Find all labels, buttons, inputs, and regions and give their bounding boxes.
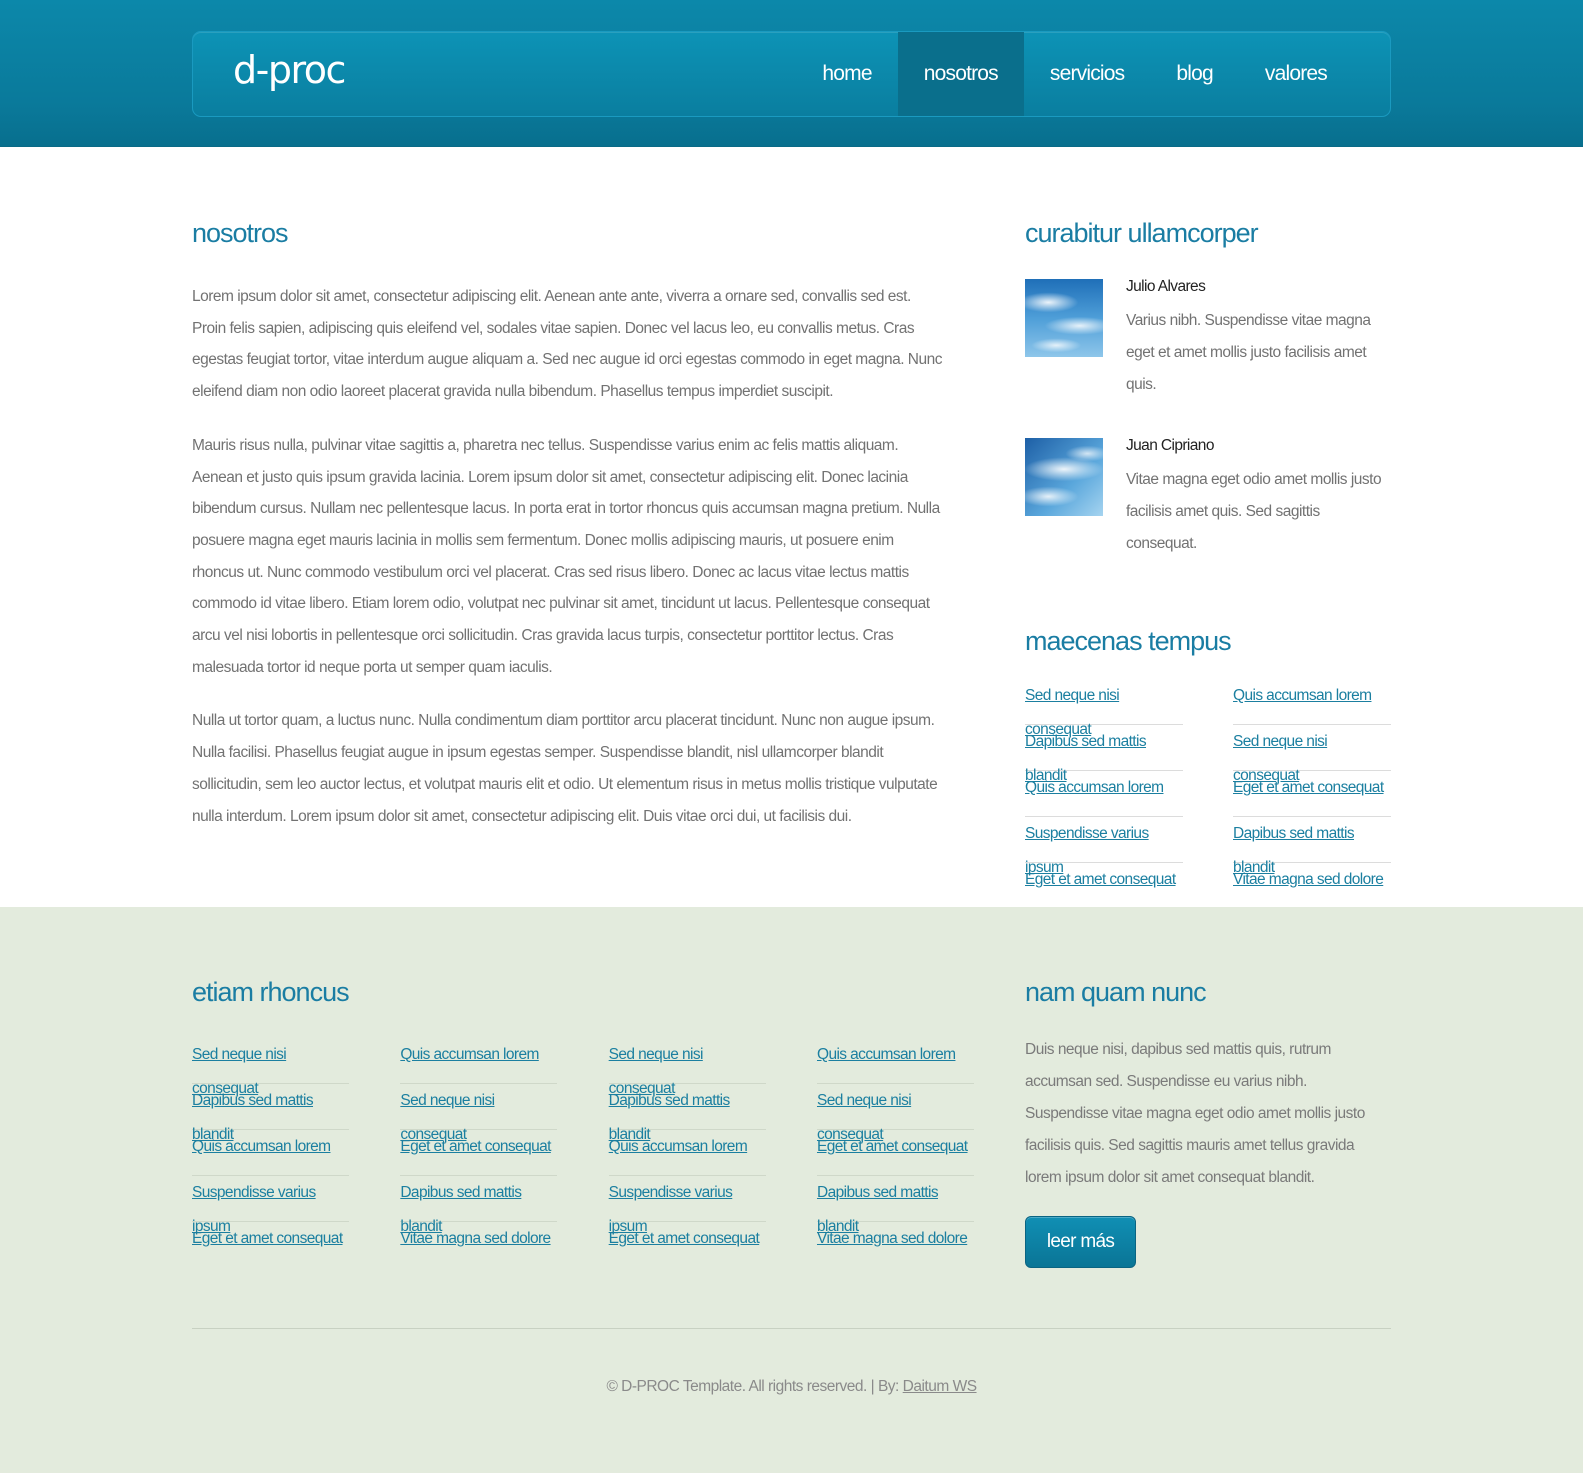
sky-thumbnail xyxy=(1025,279,1103,357)
footer-link[interactable]: Dapibus sed mattis blandit xyxy=(400,1176,558,1235)
menu-item-nosotros[interactable]: nosotros xyxy=(897,32,1024,116)
sidebar-link[interactable]: Quis accumsan lorem xyxy=(1025,771,1183,817)
footer-about: nam quam nunc Duis neque nisi, dapibus s… xyxy=(1025,977,1391,1268)
footer-link[interactable]: Eget et amet consequat xyxy=(192,1222,349,1268)
footer-link[interactable]: Sed neque nisi consequat xyxy=(192,1038,349,1097)
sidebar-link-list: Sed neque nisi consequat Dapibus sed mat… xyxy=(1025,679,1391,909)
site-logo[interactable]: d-proc xyxy=(233,48,346,92)
site-header: d-proc home nosotros servicios blog valo… xyxy=(0,0,1583,147)
sidebar-link[interactable]: Quis accumsan lorem xyxy=(1233,679,1391,725)
footer-link[interactable]: Eget et amet consequat xyxy=(400,1130,558,1176)
footer-divider xyxy=(192,1328,1391,1329)
link-column: Quis accumsan lorem Sed neque nisi conse… xyxy=(816,1038,974,1268)
body-paragraph: Nulla ut tortor quam, a luctus nunc. Nul… xyxy=(192,712,938,825)
testimonials-title: curabitur ullamcorper xyxy=(1025,218,1259,248)
testimonial-quote: Varius nibh. Suspendisse vitae magna ege… xyxy=(1126,312,1371,393)
sidebar: curabitur ullamcorper Julio Alvares Vari… xyxy=(1025,218,1391,909)
body-paragraph: Mauris risus nulla, pulvinar vitae sagit… xyxy=(192,436,940,676)
link-column: Quis accumsan lorem Sed neque nisi conse… xyxy=(400,1038,558,1268)
menu-item-blog[interactable]: blog xyxy=(1150,32,1239,116)
link-column: Quis accumsan lorem Sed neque nisi conse… xyxy=(1233,679,1391,909)
links-title: maecenas tempus xyxy=(1025,626,1232,656)
sidebar-link[interactable]: Dapibus sed mattis blandit xyxy=(1025,725,1183,784)
author-link[interactable]: Daitum WS xyxy=(903,1378,977,1395)
footer-link[interactable]: Eget et amet consequat xyxy=(816,1130,974,1176)
main-content: nosotros Lorem ipsum dolor sit amet, con… xyxy=(192,218,943,854)
body-paragraph: Lorem ipsum dolor sit amet, consectetur … xyxy=(192,288,943,401)
read-more-button[interactable]: leer más xyxy=(1025,1216,1136,1268)
footer-links-title: etiam rhoncus xyxy=(192,977,350,1007)
footer-link[interactable]: Eget et amet consequat xyxy=(609,1222,766,1268)
nav-bar: d-proc home nosotros servicios blog valo… xyxy=(192,31,1391,117)
copyright-text: © D-PROC Template. All rights reserved. … xyxy=(606,1378,903,1395)
testimonial-quote: Vitae magna eget odio amet mollis justo … xyxy=(1126,471,1382,552)
footer-link[interactable]: Dapibus sed mattis blandit xyxy=(816,1176,974,1235)
copyright: © D-PROC Template. All rights reserved. … xyxy=(0,1378,1583,1396)
footer-about-text: Duis neque nisi, dapibus sed mattis quis… xyxy=(1025,1041,1365,1186)
link-column: Sed neque nisi consequat Dapibus sed mat… xyxy=(192,1038,349,1268)
footer-link[interactable]: Vitae magna sed dolore xyxy=(817,1222,974,1268)
testimonial-name: Juan Cipriano xyxy=(1126,437,1214,454)
menu-item-valores[interactable]: valores xyxy=(1239,32,1390,116)
footer-link[interactable]: Suspendisse varius ipsum xyxy=(192,1176,349,1235)
link-column: Sed neque nisi consequat Dapibus sed mat… xyxy=(1025,679,1183,909)
testimonial-item: Juan Cipriano Vitae magna eget odio amet… xyxy=(1025,437,1391,560)
footer-link[interactable]: Quis accumsan lorem xyxy=(400,1038,558,1084)
sidebar-link[interactable]: Eget et amet consequat xyxy=(1025,863,1183,909)
footer-link[interactable]: Quis accumsan lorem xyxy=(608,1130,766,1176)
footer-link[interactable]: Vitae magna sed dolore xyxy=(400,1222,557,1268)
sidebar-link[interactable]: Vitae magna sed dolore xyxy=(1233,863,1391,909)
page-title: nosotros xyxy=(192,218,289,248)
sidebar-link[interactable]: Sed neque nisi consequat xyxy=(1025,679,1183,738)
footer-link[interactable]: Sed neque nisi consequat xyxy=(816,1084,974,1143)
footer-links-area: etiam rhoncus Sed neque nisi consequat D… xyxy=(192,977,974,1268)
menu-item-home[interactable]: home xyxy=(796,32,897,116)
sidebar-link[interactable]: Sed neque nisi consequat xyxy=(1233,725,1391,784)
footer-link[interactable]: Quis accumsan lorem xyxy=(816,1038,974,1084)
sidebar-link[interactable]: Eget et amet consequat xyxy=(1233,771,1391,817)
sky-thumbnail xyxy=(1025,438,1103,516)
testimonial-name: Julio Alvares xyxy=(1126,278,1206,295)
footer-link[interactable]: Sed neque nisi consequat xyxy=(608,1038,766,1097)
site-footer: etiam rhoncus Sed neque nisi consequat D… xyxy=(0,907,1583,1473)
sidebar-link[interactable]: Suspendisse varius ipsum xyxy=(1025,817,1183,876)
link-column: Sed neque nisi consequat Dapibus sed mat… xyxy=(608,1038,766,1268)
footer-link[interactable]: Sed neque nisi consequat xyxy=(400,1084,558,1143)
footer-link-grid: Sed neque nisi consequat Dapibus sed mat… xyxy=(192,1038,974,1268)
testimonial-item: Julio Alvares Varius nibh. Suspendisse v… xyxy=(1025,278,1391,401)
main-menu: home nosotros servicios blog valores xyxy=(796,32,1390,116)
footer-link[interactable]: Dapibus sed mattis blandit xyxy=(608,1084,766,1143)
sidebar-link[interactable]: Dapibus sed mattis blandit xyxy=(1233,817,1391,876)
footer-link[interactable]: Dapibus sed mattis blandit xyxy=(192,1084,349,1143)
footer-link[interactable]: Suspendisse varius ipsum xyxy=(608,1176,766,1235)
menu-item-servicios[interactable]: servicios xyxy=(1024,32,1150,116)
footer-link[interactable]: Quis accumsan lorem xyxy=(192,1130,349,1176)
footer-about-title: nam quam nunc xyxy=(1025,977,1207,1007)
